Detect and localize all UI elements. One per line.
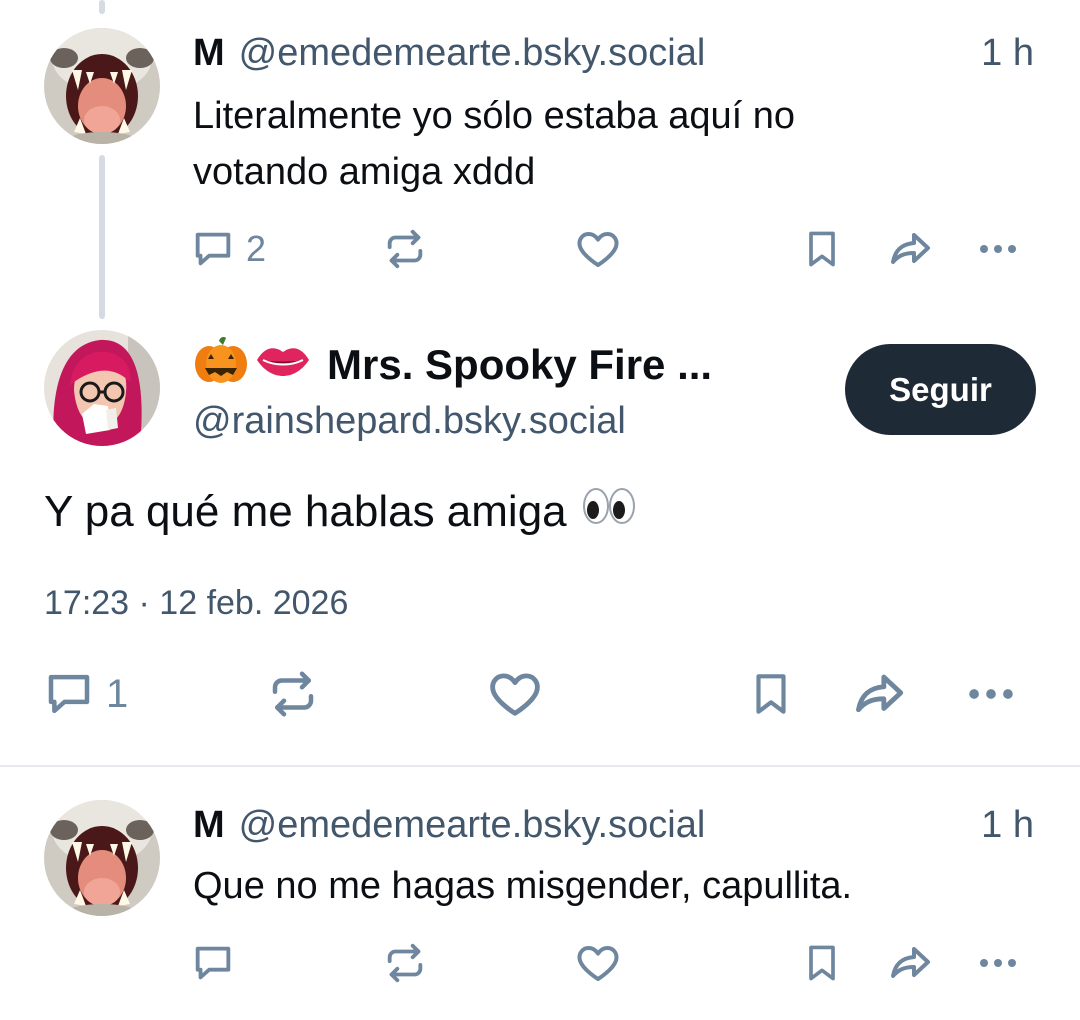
like-button[interactable] [574, 938, 622, 988]
reply-post-actions [190, 938, 1040, 988]
more-button[interactable] [962, 664, 1020, 724]
reply-button[interactable] [190, 938, 236, 988]
post-text-line: Que no me hagas misgender, capullita. [193, 865, 853, 907]
eyes-emoji [581, 484, 637, 540]
share-button[interactable] [886, 938, 934, 988]
divider [0, 765, 1080, 767]
repost-button[interactable] [382, 938, 428, 988]
like-button[interactable] [574, 224, 622, 274]
post-text-line: Literalmente yo sólo estaba aquí no [193, 95, 796, 137]
share-arrow-icon [850, 665, 908, 723]
bookmark-icon [746, 667, 796, 721]
bookmark-icon [800, 940, 844, 986]
post-text-line: votando amiga xddd [193, 151, 536, 193]
more-dots-icon [974, 939, 1022, 987]
repost-arrows-icon [266, 667, 320, 721]
share-button[interactable] [886, 224, 934, 274]
author-name[interactable]: M [193, 30, 225, 76]
more-dots-icon [974, 225, 1022, 273]
thread-line-bottom [99, 155, 105, 319]
heart-icon [574, 225, 622, 273]
post-text: Y pa qué me hablas amiga [44, 487, 567, 536]
parent-post-header: M @emedemearte.bsky.social 1 h [193, 30, 1034, 76]
pumpkin-emoji [193, 335, 249, 395]
reply-post-header: M @emedemearte.bsky.social 1 h [193, 802, 1034, 848]
bookmark-button[interactable] [800, 938, 844, 988]
reply-button[interactable]: 1 [42, 664, 128, 724]
speech-bubble-icon [42, 667, 96, 721]
parent-post-text: Literalmente yo sólo estaba aquí no vota… [193, 88, 953, 200]
focused-post-actions: 1 [42, 664, 1042, 724]
reply-post-text: Que no me hagas misgender, capullita. [193, 858, 953, 914]
post-time[interactable]: 1 h [981, 802, 1034, 848]
focused-post-text: Y pa qué me hablas amiga [44, 484, 637, 540]
avatar-emedemearte[interactable] [44, 28, 160, 144]
repost-arrows-icon [382, 226, 428, 272]
author-name[interactable]: Mrs. Spooky Fire ... [327, 341, 712, 389]
heart-icon [486, 665, 544, 723]
reply-button[interactable]: 2 [190, 224, 266, 274]
author-handle[interactable]: @emedemearte.bsky.social [239, 30, 982, 76]
reply-count: 2 [246, 228, 267, 269]
post-timestamp[interactable]: 17:23 · 12 feb. 2026 [44, 582, 348, 624]
reply-count: 1 [106, 671, 129, 716]
share-arrow-icon [886, 939, 934, 987]
bookmark-icon [800, 226, 844, 272]
speech-bubble-icon [190, 226, 236, 272]
focused-author-name-row[interactable]: Mrs. Spooky Fire ... [193, 335, 712, 395]
repost-button[interactable] [266, 664, 320, 724]
bookmark-button[interactable] [746, 664, 796, 724]
follow-button[interactable]: Seguir [845, 344, 1036, 435]
more-button[interactable] [974, 224, 1022, 274]
author-handle[interactable]: @emedemearte.bsky.social [239, 802, 982, 848]
repost-arrows-icon [382, 940, 428, 986]
parent-post-actions: 2 [190, 224, 1040, 274]
author-handle[interactable]: @rainshepard.bsky.social [193, 398, 626, 444]
avatar-emedemearte[interactable] [44, 800, 160, 916]
bookmark-button[interactable] [800, 224, 844, 274]
more-dots-icon [962, 665, 1020, 723]
thread-line-top [99, 0, 105, 14]
avatar-rainshepard[interactable] [44, 330, 160, 446]
share-arrow-icon [886, 225, 934, 273]
speech-bubble-icon [190, 940, 236, 986]
more-button[interactable] [974, 938, 1022, 988]
author-name[interactable]: M [193, 802, 225, 848]
repost-button[interactable] [382, 224, 428, 274]
post-time[interactable]: 1 h [981, 30, 1034, 76]
share-button[interactable] [850, 664, 908, 724]
like-button[interactable] [486, 664, 544, 724]
heart-icon [574, 939, 622, 987]
lips-emoji [255, 340, 311, 390]
